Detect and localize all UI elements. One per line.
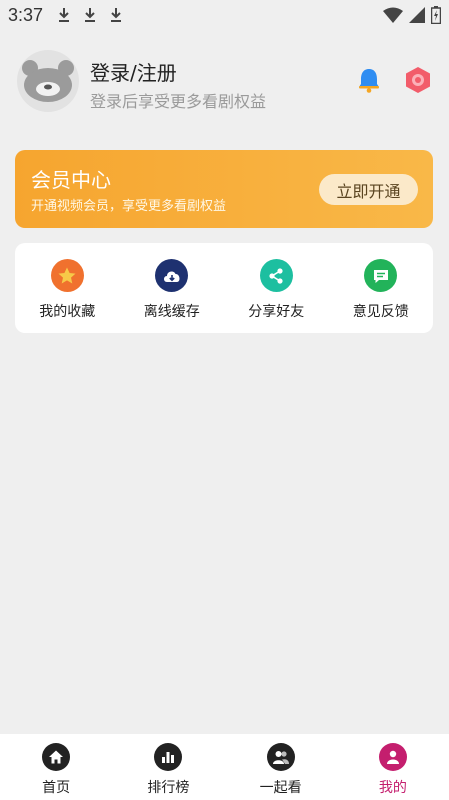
download-notification-icon (85, 8, 96, 22)
download-notification-icon (59, 8, 70, 22)
star-icon (50, 259, 84, 292)
shortcut-label: 离线缓存 (143, 304, 200, 320)
tab-watch-together[interactable]: 一起看 (231, 734, 331, 797)
tab-mine[interactable]: 我的 (343, 734, 443, 797)
vip-title: 会员中心 (31, 168, 111, 192)
vip-center-card[interactable]: 会员中心 开通视频会员，享受更多看剧权益 立即开通 (15, 150, 433, 228)
shortcut-offline-cache[interactable]: 离线缓存 (122, 243, 222, 321)
battery-icon (431, 6, 441, 24)
notification-bell-icon[interactable] (357, 67, 381, 93)
shortcut-share-friends[interactable]: 分享好友 (226, 243, 326, 321)
profile-icon (378, 743, 407, 771)
tab-label: 我的 (378, 780, 407, 796)
bottom-navigation: 首页 排行榜 一起看 我的 (0, 734, 449, 800)
tab-home[interactable]: 首页 (6, 734, 106, 797)
bear-avatar-icon (22, 60, 74, 102)
tab-label: 首页 (42, 780, 71, 796)
shortcut-label: 分享好友 (248, 304, 305, 320)
shortcut-label: 我的收藏 (39, 304, 96, 320)
rank-icon (154, 743, 183, 771)
vip-subtitle: 开通视频会员，享受更多看剧权益 (31, 199, 227, 214)
shortcut-favorites[interactable]: 我的收藏 (17, 243, 117, 321)
wifi-icon (383, 7, 403, 23)
login-subtitle: 登录后享受更多看剧权益 (90, 92, 267, 111)
tab-ranking[interactable]: 排行榜 (118, 734, 218, 797)
tab-label: 排行榜 (147, 780, 190, 796)
home-icon (42, 743, 71, 771)
watch-together-icon (266, 743, 295, 771)
status-time: 3:37 (8, 4, 44, 25)
settings-hexagon-icon[interactable] (405, 66, 431, 94)
shortcut-feedback[interactable]: 意见反馈 (331, 243, 431, 321)
download-cloud-icon (155, 259, 189, 292)
login-register-link[interactable]: 登录/注册 (90, 57, 177, 86)
avatar[interactable] (17, 50, 79, 112)
feedback-icon (364, 259, 398, 292)
signal-icon (409, 7, 425, 23)
open-vip-button[interactable]: 立即开通 (319, 174, 418, 205)
tab-label: 一起看 (259, 780, 302, 796)
status-bar: 3:37 (0, 0, 449, 30)
download-notification-icon (111, 8, 122, 22)
shortcut-panel: 我的收藏 离线缓存 分享好友 意见反馈 (15, 243, 433, 333)
share-icon (259, 259, 293, 292)
shortcut-label: 意见反馈 (352, 304, 409, 320)
